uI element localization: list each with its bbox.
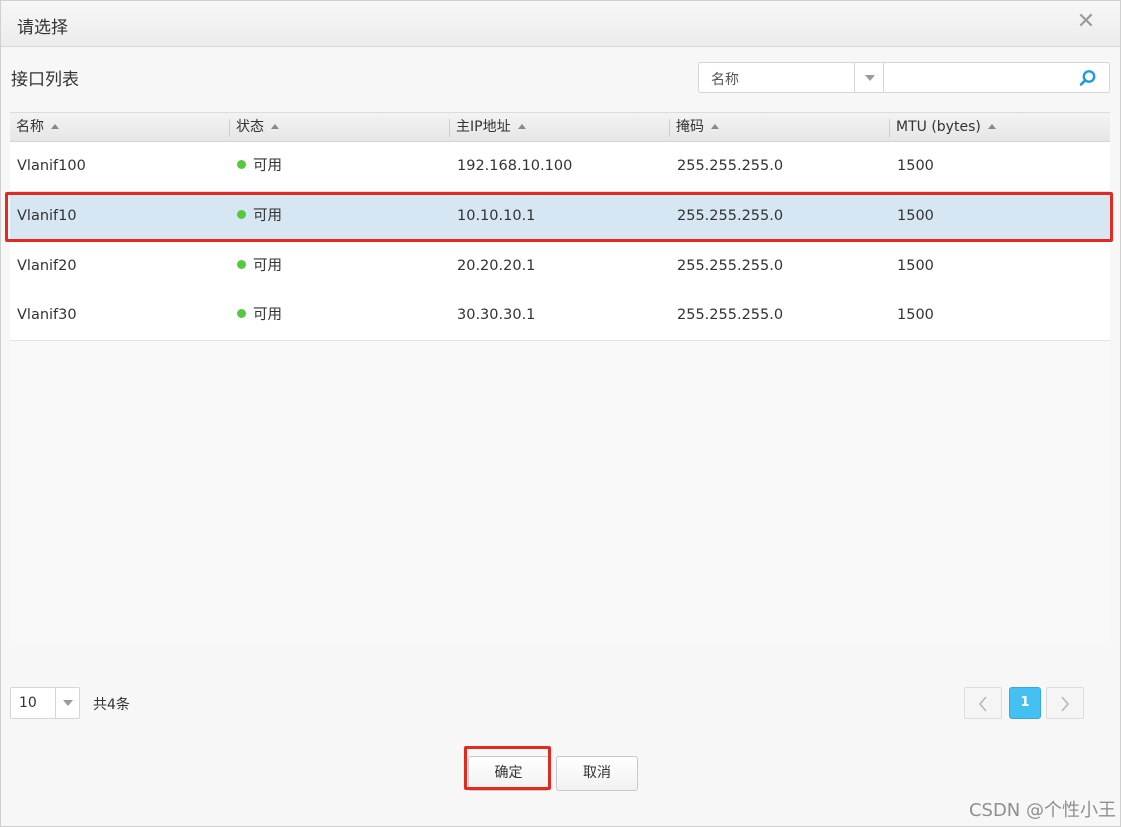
cell-mask: 255.255.255.0 xyxy=(677,258,784,274)
page-size-value: 10 xyxy=(19,695,37,711)
sort-asc-icon[interactable] xyxy=(517,124,526,129)
dialog-titlebar: 请选择 ✕ xyxy=(1,1,1120,47)
cell-mask: 255.255.255.0 xyxy=(677,208,784,224)
column-header-ip[interactable]: 主IP地址 xyxy=(450,113,526,142)
sort-asc-icon[interactable] xyxy=(711,124,719,129)
cell-ip: 10.10.10.1 xyxy=(457,208,536,224)
chevron-left-icon xyxy=(978,696,987,712)
interface-table: 名称 状态 主IP地址 掩码 MTU (bytes) Vlanif100 可用 … xyxy=(10,112,1110,642)
close-icon[interactable]: ✕ xyxy=(1074,10,1098,34)
table-row-selected[interactable]: Vlanif10 可用 10.10.10.1 255.255.255.0 150… xyxy=(10,192,1110,242)
total-count: 共4条 xyxy=(93,697,130,713)
column-header-status[interactable]: 状态 xyxy=(230,113,279,142)
cell-name: Vlanif20 xyxy=(17,258,77,274)
cell-ip: 20.20.20.1 xyxy=(457,258,536,274)
search-input[interactable] xyxy=(887,65,1067,90)
ok-button[interactable]: 确定 xyxy=(468,756,549,791)
cell-ip: 192.168.10.100 xyxy=(457,158,573,174)
cell-status: 可用 xyxy=(230,142,282,191)
column-header-mask[interactable]: 掩码 xyxy=(670,113,719,142)
prev-page-button[interactable] xyxy=(964,687,1002,719)
sort-asc-icon[interactable] xyxy=(987,124,996,129)
table-row[interactable]: Vlanif100 可用 192.168.10.100 255.255.255.… xyxy=(10,142,1110,192)
cell-mtu: 1500 xyxy=(897,258,934,274)
column-header-name[interactable]: 名称 xyxy=(10,113,59,142)
cancel-button[interactable]: 取消 xyxy=(556,756,638,791)
chevron-down-icon[interactable] xyxy=(55,688,80,718)
cell-mask: 255.255.255.0 xyxy=(677,307,784,323)
cell-status: 可用 xyxy=(230,291,282,340)
next-page-button[interactable] xyxy=(1046,687,1084,719)
table-header: 名称 状态 主IP地址 掩码 MTU (bytes) xyxy=(10,112,1110,142)
search-box: 名称 xyxy=(698,62,1110,93)
select-dialog: 请选择 ✕ 接口列表 名称 名称 状态 主IP地址 掩码 MTU (bytes)… xyxy=(0,0,1121,827)
column-header-mtu[interactable]: MTU (bytes) xyxy=(890,113,996,142)
status-available-icon xyxy=(237,160,246,169)
status-available-icon xyxy=(237,309,246,318)
cell-name: Vlanif10 xyxy=(17,208,77,224)
page-number-current[interactable]: 1 xyxy=(1009,687,1041,719)
cell-mask: 255.255.255.0 xyxy=(677,158,784,174)
search-field-select[interactable]: 名称 xyxy=(711,69,739,89)
status-available-icon xyxy=(237,210,246,219)
chevron-right-icon xyxy=(1061,696,1070,712)
cell-name: Vlanif100 xyxy=(17,158,86,174)
cell-ip: 30.30.30.1 xyxy=(457,307,536,323)
watermark: CSDN @个性小王 xyxy=(968,800,1116,821)
table-row[interactable]: Vlanif20 可用 20.20.20.1 255.255.255.0 150… xyxy=(10,242,1110,292)
cell-mtu: 1500 xyxy=(897,158,934,174)
dialog-title: 请选择 xyxy=(17,18,68,38)
sort-asc-icon[interactable] xyxy=(271,124,279,129)
search-icon[interactable] xyxy=(1079,69,1097,87)
table-row[interactable]: Vlanif30 可用 30.30.30.1 255.255.255.0 150… xyxy=(10,291,1110,341)
cell-name: Vlanif30 xyxy=(17,307,77,323)
cell-mtu: 1500 xyxy=(897,208,934,224)
status-available-icon xyxy=(237,260,246,269)
cell-mtu: 1500 xyxy=(897,307,934,323)
sort-asc-icon[interactable] xyxy=(51,124,59,129)
cell-status: 可用 xyxy=(230,242,282,291)
page-size-select[interactable]: 10 xyxy=(10,687,80,719)
section-title: 接口列表 xyxy=(11,70,79,90)
cell-status: 可用 xyxy=(230,192,282,241)
chevron-down-icon[interactable] xyxy=(854,63,884,92)
